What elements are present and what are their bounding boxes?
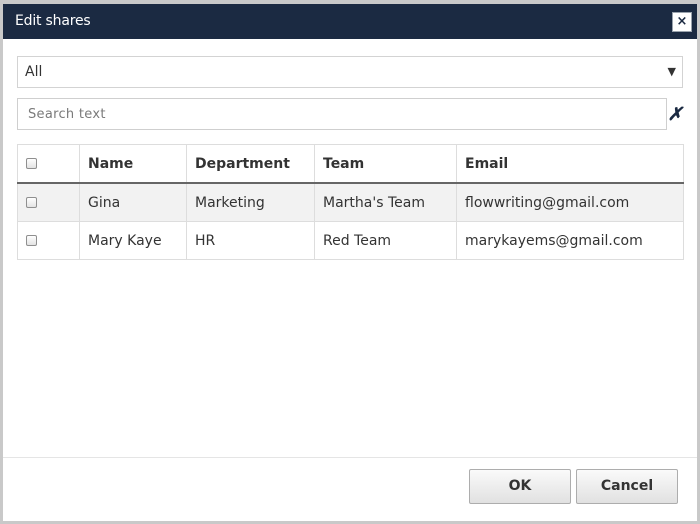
row-checkbox[interactable] xyxy=(26,197,37,208)
filter-select[interactable]: All ▼ xyxy=(17,56,683,88)
column-header-name[interactable]: Name xyxy=(79,144,187,184)
dialog-titlebar: Edit shares × xyxy=(3,4,697,39)
column-header-department[interactable]: Department xyxy=(186,144,315,184)
cell-name: Gina xyxy=(79,182,187,222)
clear-search-icon[interactable]: ✗ xyxy=(667,104,683,126)
dialog-title: Edit shares xyxy=(15,13,91,29)
shares-table: Name Department Team Email Gina Marketin… xyxy=(17,144,684,260)
cancel-button[interactable]: Cancel xyxy=(576,469,678,504)
cell-team: Red Team xyxy=(314,221,457,260)
table-row[interactable]: Gina Marketing Martha's Team flowwriting… xyxy=(17,182,684,222)
chevron-down-icon: ▼ xyxy=(667,65,676,78)
ok-button[interactable]: OK xyxy=(469,469,571,504)
table-row[interactable]: Mary Kaye HR Red Team marykayems@gmail.c… xyxy=(17,221,684,260)
select-all-checkbox[interactable] xyxy=(26,158,37,169)
search-input[interactable] xyxy=(17,98,667,130)
cell-name: Mary Kaye xyxy=(79,221,187,260)
row-checkbox-cell xyxy=(17,182,80,222)
filter-selected-value: All xyxy=(25,64,43,80)
edit-shares-dialog: Edit shares × All ▼ ✗ Name Department Te… xyxy=(0,0,700,524)
column-header-team[interactable]: Team xyxy=(314,144,457,184)
select-all-cell xyxy=(17,144,80,184)
close-icon[interactable]: × xyxy=(672,12,692,32)
table-header-row: Name Department Team Email xyxy=(17,144,684,184)
cell-email: flowwriting@gmail.com xyxy=(456,182,684,222)
cell-team: Martha's Team xyxy=(314,182,457,222)
cell-department: HR xyxy=(186,221,315,260)
column-header-email[interactable]: Email xyxy=(456,144,684,184)
cell-department: Marketing xyxy=(186,182,315,222)
cell-email: marykayems@gmail.com xyxy=(456,221,684,260)
row-checkbox[interactable] xyxy=(26,235,37,246)
dialog-footer-divider xyxy=(3,457,697,458)
row-checkbox-cell xyxy=(17,221,80,260)
